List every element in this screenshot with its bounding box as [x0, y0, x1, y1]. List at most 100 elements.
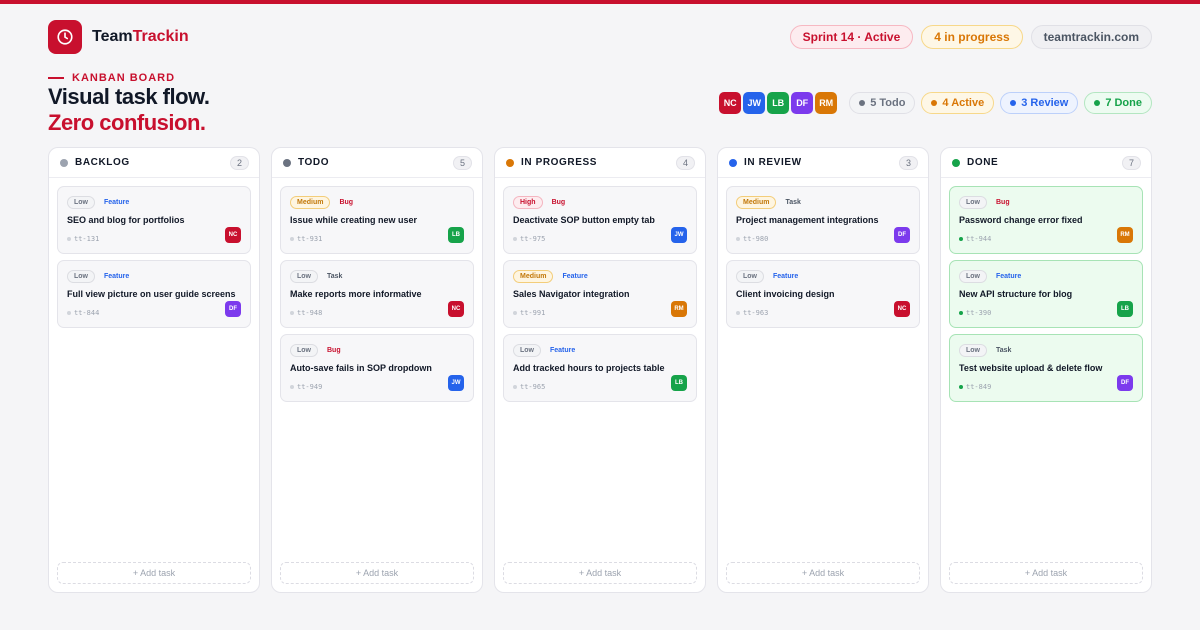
column-title: DONE — [967, 157, 999, 168]
card-id: tt-131 — [67, 235, 99, 243]
avatar[interactable]: DF — [791, 92, 814, 114]
card-tags: High Bug — [513, 195, 687, 209]
avatar[interactable]: LB — [767, 92, 790, 114]
card-status-dot — [736, 311, 740, 315]
headline-line2: Zero confusion. — [48, 110, 206, 135]
assignee-avatar[interactable]: LB — [671, 375, 687, 391]
column-count-badge: 5 — [452, 155, 472, 170]
assignee-avatar[interactable]: LB — [448, 227, 464, 243]
card-title: New API structure for blog — [959, 289, 1073, 299]
card-id: tt-965 — [513, 383, 545, 391]
column-in-review: IN REVIEW 3 Medium Task Project management i… — [717, 147, 929, 593]
priority-tag: Low — [67, 269, 95, 283]
task-card[interactable]: Low Feature Client invoicing design tt-963 N… — [726, 260, 920, 328]
task-card[interactable]: Low Feature Add tracked hours to projects … — [503, 334, 697, 402]
column-status-dot — [952, 158, 960, 167]
card-status-dot — [67, 311, 71, 315]
column-count-badge: 4 — [675, 155, 695, 170]
card-id-text: tt-844 — [74, 309, 100, 317]
stat-badge[interactable]: 7 Done — [1084, 92, 1152, 114]
add-task-button[interactable]: + Add task — [949, 562, 1143, 584]
priority-tag: Low — [959, 195, 987, 209]
card-status-dot — [290, 311, 294, 315]
assignee-avatar[interactable]: NC — [894, 301, 910, 317]
task-card[interactable]: Low Feature Full view picture on user guid… — [57, 260, 251, 328]
stat-label: 4 Active — [942, 97, 985, 109]
column-status-dot — [506, 158, 514, 167]
card-id: tt-948 — [290, 309, 322, 317]
stat-badge[interactable]: 3 Review — [1000, 92, 1079, 114]
card-list: Low Feature SEO and blog for portfolios tt-… — [49, 178, 259, 328]
type-tag: Task — [327, 272, 343, 280]
status-dot — [931, 100, 938, 106]
card-id: tt-931 — [290, 235, 322, 243]
card-tags: Low Bug — [959, 195, 1133, 209]
assignee-avatar[interactable]: DF — [894, 227, 910, 243]
task-card[interactable]: Low Bug Auto-save fails in SOP dropdown tt-… — [280, 334, 474, 402]
priority-tag: Medium — [513, 269, 554, 283]
add-task-button[interactable]: + Add task — [726, 562, 920, 584]
assignee-avatar[interactable]: LB — [1117, 301, 1133, 317]
stat-label: 3 Review — [1021, 97, 1069, 109]
task-card[interactable]: Low Task Make reports more informative tt-9… — [280, 260, 474, 328]
card-id: tt-844 — [67, 309, 99, 317]
type-tag: Bug — [339, 198, 354, 206]
avatar[interactable]: RM — [815, 92, 838, 114]
card-title: Add tracked hours to projects table — [513, 363, 665, 373]
task-card[interactable]: Medium Task Project management integration… — [726, 186, 920, 254]
avatar[interactable]: NC — [719, 92, 742, 114]
brand[interactable]: TeamTrackin — [48, 20, 189, 54]
card-tags: Medium Task — [736, 195, 910, 209]
assignee-avatar[interactable]: NC — [448, 301, 464, 317]
assignee-avatar[interactable]: JW — [448, 375, 464, 391]
card-title: Make reports more informative — [290, 289, 422, 299]
type-tag: Bug — [327, 346, 341, 354]
task-card[interactable]: Low Bug Password change error fixed tt-944 R… — [949, 186, 1143, 254]
task-card[interactable]: High Bug Deactivate SOP button empty tab tt… — [503, 186, 697, 254]
website-pill[interactable]: teamtrackin.com — [1030, 25, 1152, 49]
task-card[interactable]: Medium Feature Sales Navigator integration… — [503, 260, 697, 328]
in-progress-pill[interactable]: 4 in progress — [921, 25, 1023, 49]
assignee-avatar[interactable]: RM — [1117, 227, 1133, 243]
assignee-avatar[interactable]: NC — [225, 227, 241, 243]
sprint-pill[interactable]: Sprint 14 · Active — [789, 25, 914, 49]
card-status-dot — [513, 311, 517, 315]
stat-badge[interactable]: 5 Todo — [849, 92, 916, 114]
column-title: TODO — [298, 157, 330, 168]
card-tags: Low Bug — [290, 343, 464, 357]
card-status-dot — [736, 237, 740, 241]
task-card[interactable]: Medium Bug Issue while creating new user tt… — [280, 186, 474, 254]
brand-name-part2: Trackin — [132, 28, 189, 45]
column-header: IN REVIEW 3 — [718, 148, 928, 178]
add-task-button[interactable]: + Add task — [280, 562, 474, 584]
priority-tag: Low — [513, 343, 541, 357]
type-tag: Feature — [773, 272, 799, 280]
priority-tag: Low — [290, 343, 318, 357]
stat-badge[interactable]: 4 Active — [921, 92, 995, 114]
task-card[interactable]: Low Task Test website upload & delete flow… — [949, 334, 1143, 402]
top-accent-bar — [0, 0, 1200, 4]
column-status-dot — [283, 158, 291, 167]
card-id-text: tt-849 — [966, 383, 992, 391]
add-task-button[interactable]: + Add task — [57, 562, 251, 584]
card-status-dot — [959, 385, 963, 389]
type-tag: Feature — [996, 272, 1022, 280]
avatar[interactable]: JW — [743, 92, 766, 114]
card-title: Full view picture on user guide screens — [67, 289, 236, 299]
card-tags: Low Feature — [959, 269, 1133, 283]
assignee-avatar[interactable]: DF — [1117, 375, 1133, 391]
card-id: tt-944 — [959, 235, 991, 243]
card-list: Low Bug Password change error fixed tt-944 R… — [941, 178, 1151, 402]
card-status-dot — [513, 385, 517, 389]
kanban-board: BACKLOG 2 Low Feature SEO and blog for portf… — [48, 147, 1152, 593]
add-task-button[interactable]: + Add task — [503, 562, 697, 584]
assignee-avatar[interactable]: JW — [671, 227, 687, 243]
assignee-avatar[interactable]: DF — [225, 301, 241, 317]
task-card[interactable]: Low Feature New API structure for blog tt-3… — [949, 260, 1143, 328]
priority-tag: Low — [959, 269, 987, 283]
assignee-avatar[interactable]: RM — [671, 301, 687, 317]
card-title: Sales Navigator integration — [513, 289, 630, 299]
card-status-dot — [959, 311, 963, 315]
task-card[interactable]: Low Feature SEO and blog for portfolios tt-… — [57, 186, 251, 254]
card-title: Test website upload & delete flow — [959, 363, 1103, 373]
